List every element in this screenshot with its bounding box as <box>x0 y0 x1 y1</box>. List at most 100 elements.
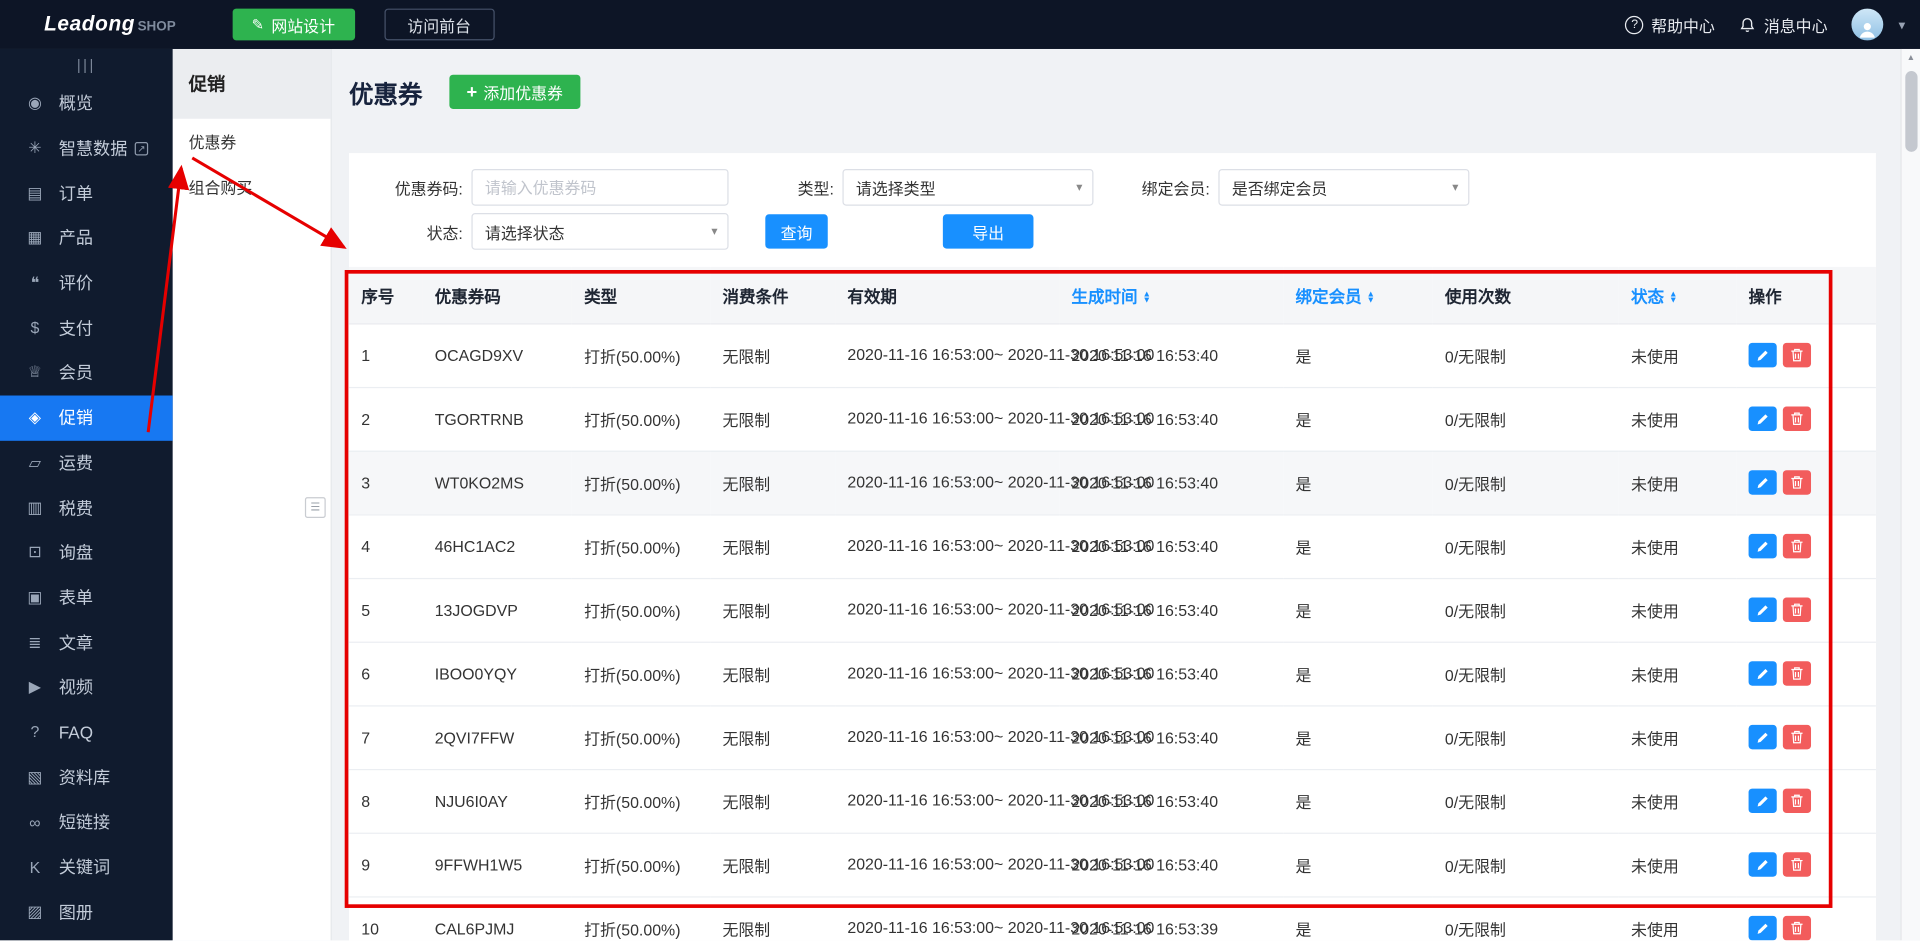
cell-code: NJU6I0AY <box>422 768 572 834</box>
add-coupon-button[interactable]: + 添加优惠券 <box>449 74 581 109</box>
edit-button[interactable] <box>1748 597 1777 623</box>
cell-index: 4 <box>348 514 423 579</box>
shipping-icon: ▱ <box>28 452 42 472</box>
col-header-condition: 消费条件 <box>710 266 836 324</box>
cell-status: 未使用 <box>1618 386 1737 452</box>
sidebar-item-videos[interactable]: ▶ 视频 <box>0 665 173 710</box>
cell-usage: 0/无限制 <box>1432 768 1619 834</box>
delete-button[interactable] <box>1782 661 1812 686</box>
sort-icon: ▲ ▼ <box>1668 289 1678 306</box>
type-select[interactable]: 请选择类型 ▾ <box>842 168 1094 206</box>
edit-button[interactable] <box>1748 915 1777 941</box>
scrollbar-up-arrow[interactable]: ▲ <box>1902 49 1920 66</box>
edit-button[interactable] <box>1748 724 1777 750</box>
sidebar-item-orders[interactable]: ▤ 订单 <box>0 171 173 216</box>
edit-button[interactable] <box>1748 342 1777 368</box>
smart-data-icon: ✳ <box>28 138 42 157</box>
sidebar-item-short-links[interactable]: ∞ 短链接 <box>0 800 173 845</box>
cell-index: 6 <box>348 641 423 706</box>
site-design-label: 网站设计 <box>271 16 336 35</box>
bind-member-select[interactable]: 是否绑定会员 ▾ <box>1218 168 1470 206</box>
chevron-down-icon[interactable]: ▾ <box>1899 17 1906 33</box>
topbar-right: ? 帮助中心 消息中心 ▾ <box>1625 8 1906 41</box>
cell-condition: 无限制 <box>710 705 836 770</box>
cell-type: 打折(50.00%) <box>571 832 711 897</box>
sidebar-item-keywords[interactable]: K 关键词 <box>0 845 173 890</box>
site-design-button[interactable]: ✎ 网站设计 <box>232 8 355 41</box>
filter-row-1: 优惠券码: 类型: 请选择类型 ▾ 绑定会员: 是否绑定会员 ▾ <box>349 168 1876 206</box>
submenu-item-label: 优惠券 <box>188 133 237 152</box>
col-header-member-label: 绑定会员 <box>1295 287 1362 306</box>
vertical-scrollbar[interactable]: ▲ <box>1900 48 1920 941</box>
col-header-created-sort[interactable]: 生成时间 ▲ ▼ <box>1059 266 1284 324</box>
visit-frontend-button[interactable]: 访问前台 <box>384 8 495 41</box>
delete-button[interactable] <box>1782 788 1812 814</box>
col-header-created-label: 生成时间 <box>1071 287 1138 306</box>
chevron-down-icon: ▾ <box>1076 180 1083 195</box>
sidebar-item-faq[interactable]: ? FAQ <box>0 710 173 755</box>
delete-button[interactable] <box>1782 915 1812 941</box>
edit-button[interactable] <box>1748 533 1777 559</box>
sidebar-item-members[interactable]: ♕ 会员 <box>0 350 173 395</box>
sidebar-item-articles[interactable]: ≣ 文章 <box>0 620 173 665</box>
sidebar-item-overview[interactable]: ◉ 概览 <box>0 81 173 126</box>
scrollbar-thumb[interactable] <box>1905 71 1918 152</box>
sidebar-item-smart-data[interactable]: ✳ 智慧数据 ↗ <box>0 126 173 171</box>
col-header-status-sort[interactable]: 状态 ▲ ▼ <box>1618 266 1737 324</box>
submenu-panel: 促销 优惠券 组合购买 <box>172 48 332 941</box>
submenu-item-combo-purchase[interactable]: 组合购买 <box>173 164 331 209</box>
sidebar-item-albums[interactable]: ▨ 图册 <box>0 889 173 934</box>
status-select[interactable]: 请选择状态 ▾ <box>471 213 729 250</box>
members-icon: ♕ <box>27 363 43 382</box>
person-icon <box>1860 23 1876 38</box>
main-header: 优惠券 + 添加优惠券 <box>332 49 1901 135</box>
help-center-link[interactable]: ? 帮助中心 <box>1625 13 1715 36</box>
col-header-member-sort[interactable]: 绑定会员 ▲ ▼ <box>1283 266 1433 324</box>
edit-button[interactable] <box>1748 852 1777 877</box>
sidebar-menu: ◉ 概览 ✳ 智慧数据 ↗ ▤ 订单 ▦ 产品 ❝ 评价 $ 支付 ♕ 会员 ◈… <box>0 81 173 935</box>
filter-row-2: 状态: 请选择状态 ▾ 查询 导出 <box>349 213 1876 250</box>
sidebar-item-inquiries[interactable]: ⊡ 询盘 <box>0 530 173 575</box>
sidebar-item-shipping[interactable]: ▱ 运费 <box>0 440 173 485</box>
avatar[interactable] <box>1852 8 1884 41</box>
edit-button[interactable] <box>1748 406 1777 432</box>
edit-icon <box>1757 541 1768 552</box>
cell-created: 2020-11-16 16:53:40 <box>1059 514 1284 579</box>
delete-button[interactable] <box>1782 597 1812 623</box>
edit-button[interactable] <box>1748 788 1777 814</box>
panel-collapse-toggle[interactable]: ☰ <box>304 497 326 518</box>
albums-icon: ▨ <box>27 902 43 921</box>
edit-button[interactable] <box>1748 661 1777 686</box>
search-button[interactable]: 查询 <box>765 214 828 249</box>
sidebar-item-products[interactable]: ▦ 产品 <box>0 216 173 261</box>
cell-bound-member: 是 <box>1283 450 1433 515</box>
cell-condition: 无限制 <box>710 641 836 706</box>
delete-button[interactable] <box>1782 533 1812 559</box>
delete-button[interactable] <box>1782 342 1812 368</box>
trash-icon <box>1791 348 1803 362</box>
message-center-link[interactable]: 消息中心 <box>1739 13 1828 36</box>
cell-condition: 无限制 <box>710 896 836 941</box>
cell-validity: 2020-11-16 16:53:00~ 2020-11-30 16:53:00 <box>835 768 1154 834</box>
cell-status: 未使用 <box>1618 768 1737 834</box>
export-button[interactable]: 导出 <box>942 214 1034 249</box>
sidebar-item-forms[interactable]: ▣ 表单 <box>0 575 173 620</box>
cell-bound-member: 是 <box>1283 514 1433 579</box>
col-header-status-label: 状态 <box>1631 287 1665 306</box>
sidebar-item-promotions[interactable]: ◈ 促销 <box>0 395 173 441</box>
chevron-down-icon: ▾ <box>711 224 718 239</box>
sidebar-item-reviews[interactable]: ❝ 评价 <box>0 261 173 306</box>
sidebar-collapse-button[interactable]: ||| <box>0 49 173 81</box>
cell-created: 2020-11-16 16:53:40 <box>1059 323 1284 388</box>
submenu-item-coupons[interactable]: 优惠券 <box>173 119 331 164</box>
sidebar-item-payments[interactable]: $ 支付 <box>0 305 173 350</box>
edit-button[interactable] <box>1748 470 1777 495</box>
sidebar-item-library[interactable]: ▧ 资料库 <box>0 755 173 800</box>
delete-button[interactable] <box>1782 724 1812 750</box>
sidebar-item-taxes[interactable]: ▥ 税费 <box>0 485 173 530</box>
delete-button[interactable] <box>1782 406 1812 432</box>
topbar: Leadong SHOP ✎ 网站设计 访问前台 ? 帮助中心 消息中心 ▾ <box>0 0 1920 49</box>
coupon-code-input[interactable] <box>471 168 729 206</box>
delete-button[interactable] <box>1782 470 1812 495</box>
delete-button[interactable] <box>1782 852 1812 877</box>
